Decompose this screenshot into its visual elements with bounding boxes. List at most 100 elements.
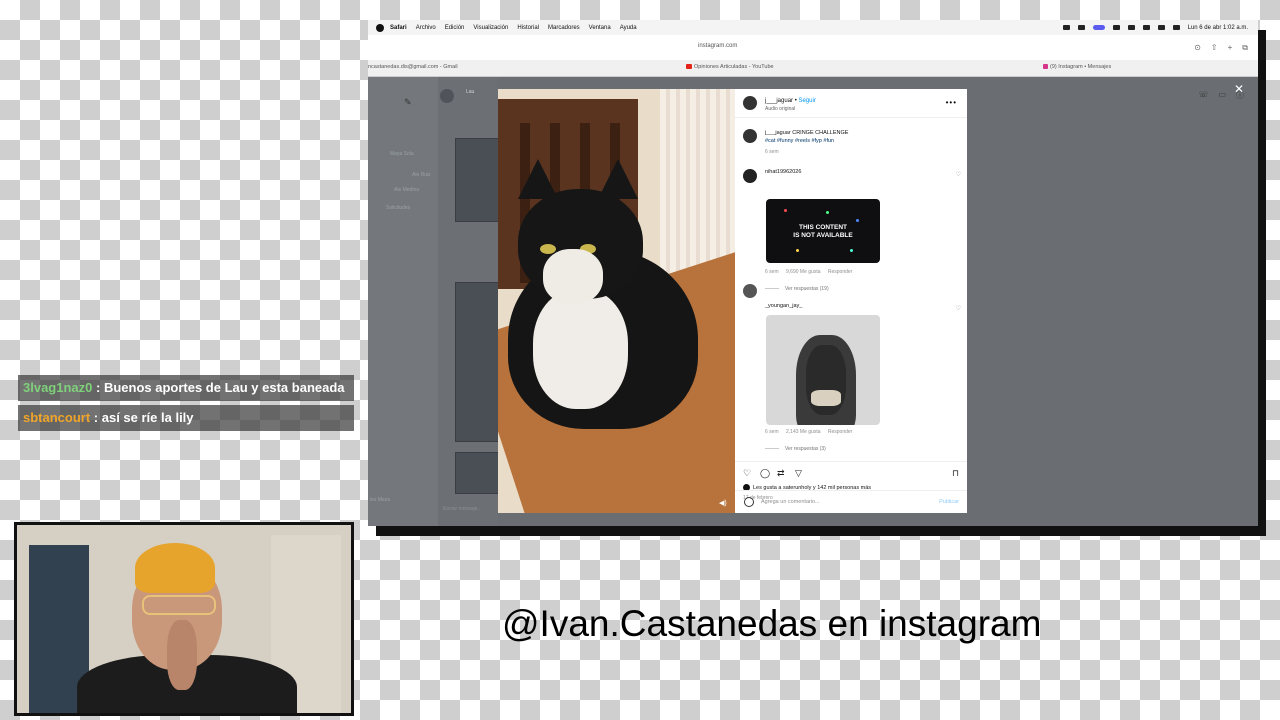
menu-marcadores[interactable]: Marcadores xyxy=(548,25,580,31)
more-icon[interactable]: ••• xyxy=(946,98,957,107)
chat-text: : así se ríe la lily xyxy=(93,410,194,425)
heart-icon[interactable]: ♡ xyxy=(743,468,751,479)
compose-icon[interactable]: ✎ xyxy=(404,97,412,108)
follow-button[interactable]: Seguir xyxy=(798,98,815,104)
menu-ventana[interactable]: Ventana xyxy=(589,25,611,31)
macos-menubar: Safari Archivo Edición Visualización His… xyxy=(368,20,1258,35)
menu-historial[interactable]: Historial xyxy=(517,25,539,31)
instagram-handle: @Ivan.Castanedas en instagram xyxy=(502,603,1042,644)
status-icon[interactable] xyxy=(1127,25,1135,30)
status-icon[interactable] xyxy=(1092,25,1105,30)
caption-hashtags[interactable]: #cat #funny #reels #fyp #fun xyxy=(765,138,834,144)
comment-gif[interactable]: THIS CONTENT IS NOT AVAILABLE xyxy=(766,199,880,263)
menu-archivo[interactable]: Archivo xyxy=(416,25,436,31)
view-replies[interactable]: Ver respuestas (3) xyxy=(765,446,826,452)
caption-user[interactable]: j___jaguar xyxy=(765,130,791,136)
tab-instagram[interactable]: (9) Instagram • Mensajes xyxy=(1043,64,1111,70)
heart-icon[interactable]: ♡ xyxy=(956,171,961,178)
new-tab-icon[interactable]: + xyxy=(1228,43,1233,53)
comment-input[interactable]: Agrega un comentario... xyxy=(761,499,820,505)
tab-youtube[interactable]: Opiniones Articuladas - YouTube xyxy=(686,64,774,70)
publish-button[interactable]: Publicar xyxy=(939,499,959,505)
dm-name[interactable]: Ale Medina xyxy=(394,187,419,193)
comment-meta: 6 sem 2,143 Me gusta Responder xyxy=(765,429,858,435)
comment-icon[interactable]: ◯ xyxy=(760,468,770,479)
send-icon[interactable]: ▽ xyxy=(795,468,802,479)
speaker-icon[interactable]: ◀) xyxy=(719,499,729,507)
dm-name[interactable]: Maya Sola xyxy=(390,151,414,157)
apple-icon[interactable] xyxy=(376,23,384,32)
gif-text: IS NOT AVAILABLE xyxy=(793,232,853,239)
comment-meta: 6 sem 9,690 Me gusta Responder xyxy=(765,269,858,275)
share-page-icon[interactable]: ⇧ xyxy=(1211,43,1218,53)
view-replies[interactable]: Ver respuestas (19) xyxy=(765,286,829,292)
battery-icon[interactable] xyxy=(1157,25,1165,30)
chat-text: : Buenos aportes de Lau y esta baneada xyxy=(96,380,345,395)
comment-bar: Agrega un comentario... Publicar xyxy=(735,490,967,513)
confetti xyxy=(784,209,787,212)
cat-muzzle xyxy=(543,249,603,304)
shared-reel-thumb[interactable] xyxy=(455,282,501,442)
cat-chest xyxy=(533,289,628,409)
share-icon[interactable]: ⇄ xyxy=(777,468,785,479)
avatar[interactable] xyxy=(743,169,757,183)
comment-likes[interactable]: 2,143 Me gusta xyxy=(786,429,820,435)
menu-edicion[interactable]: Edición xyxy=(445,25,465,31)
caption-time: 6 sem xyxy=(765,149,779,155)
dm-name[interactable]: Ale Ruiz xyxy=(412,172,431,178)
confetti xyxy=(850,249,853,252)
comment-likes[interactable]: 9,690 Me gusta xyxy=(786,269,820,275)
youtube-icon xyxy=(686,64,692,70)
tab-youtube-label: Opiniones Articuladas - YouTube xyxy=(694,64,774,70)
address-bar[interactable]: instagram.com xyxy=(698,43,737,49)
status-icon[interactable] xyxy=(1062,25,1070,30)
message-placeholder: Enviar mensaje... xyxy=(443,506,482,512)
comment-user[interactable]: nihat19962026 xyxy=(765,169,801,175)
emoji-icon[interactable] xyxy=(744,497,754,507)
download-icon[interactable]: ⊙ xyxy=(1194,43,1201,53)
shared-reel-thumb[interactable] xyxy=(455,452,501,494)
toolbar-icons: ⊙ ⇧ + ⧉ xyxy=(1194,43,1248,53)
chat-username: 3lvag1naz0 xyxy=(23,380,93,395)
comment-image[interactable] xyxy=(766,315,880,425)
close-icon[interactable]: ✕ xyxy=(1234,82,1244,96)
avatar[interactable] xyxy=(743,284,757,298)
wifi-icon[interactable] xyxy=(1142,25,1150,30)
chat-message: 3lvag1naz0 : Buenos aportes de Lau y est… xyxy=(18,375,354,401)
post-author[interactable]: j___jaguar • Seguir xyxy=(765,98,816,104)
tabs-overview-icon[interactable]: ⧉ xyxy=(1242,43,1248,53)
dm-contact-name[interactable]: Lau xyxy=(466,89,474,95)
status-icon[interactable] xyxy=(1077,25,1085,30)
menu-ayuda[interactable]: Ayuda xyxy=(620,25,637,31)
menu-visualizacion[interactable]: Visualización xyxy=(473,25,508,31)
heart-icon[interactable]: ♡ xyxy=(956,305,961,312)
phone-icon[interactable]: ☏ xyxy=(1198,90,1208,101)
menu-app[interactable]: Safari xyxy=(390,25,407,31)
confetti xyxy=(826,211,829,214)
avatar[interactable] xyxy=(743,96,757,110)
status-icon[interactable] xyxy=(1112,25,1120,30)
audio-label[interactable]: Audio original xyxy=(765,106,795,112)
tab-gmail[interactable]: ncastanedas.dis@gmail.com - Gmail xyxy=(368,64,458,70)
author-username[interactable]: j___jaguar xyxy=(765,98,793,104)
video-icon[interactable]: ▭ xyxy=(1218,90,1226,101)
stream-chat: 3lvag1naz0 : Buenos aportes de Lau y est… xyxy=(18,375,354,435)
confetti xyxy=(856,219,859,222)
caption-text: CRINGE CHALLENGE xyxy=(792,130,849,136)
chat-username: sbtancourt xyxy=(23,410,91,425)
reel-video[interactable]: ◀) xyxy=(498,89,735,513)
search-icon[interactable] xyxy=(1172,25,1180,30)
comment-user[interactable]: _youngan_jay_ xyxy=(765,303,802,309)
requests-link[interactable]: Solicitudes xyxy=(386,205,410,211)
dm-name[interactable]: les Meza xyxy=(370,497,390,503)
gif-text: THIS CONTENT xyxy=(798,224,848,231)
clock[interactable]: Lun 6 de abr 1:02 a.m. xyxy=(1188,25,1248,31)
horse-mouth xyxy=(811,390,841,406)
avatar[interactable] xyxy=(743,129,757,143)
shared-reel-thumb[interactable] xyxy=(455,138,501,222)
tab-bar: ncastanedas.dis@gmail.com - Gmail Opinio… xyxy=(368,60,1258,77)
bookmark-icon[interactable]: ⊓ xyxy=(952,468,959,479)
post-actions: ♡ ◯ ⇄ ▽ ⊓ xyxy=(735,461,967,478)
reply-button[interactable]: Responder xyxy=(828,269,852,275)
reply-button[interactable]: Responder xyxy=(828,429,852,435)
